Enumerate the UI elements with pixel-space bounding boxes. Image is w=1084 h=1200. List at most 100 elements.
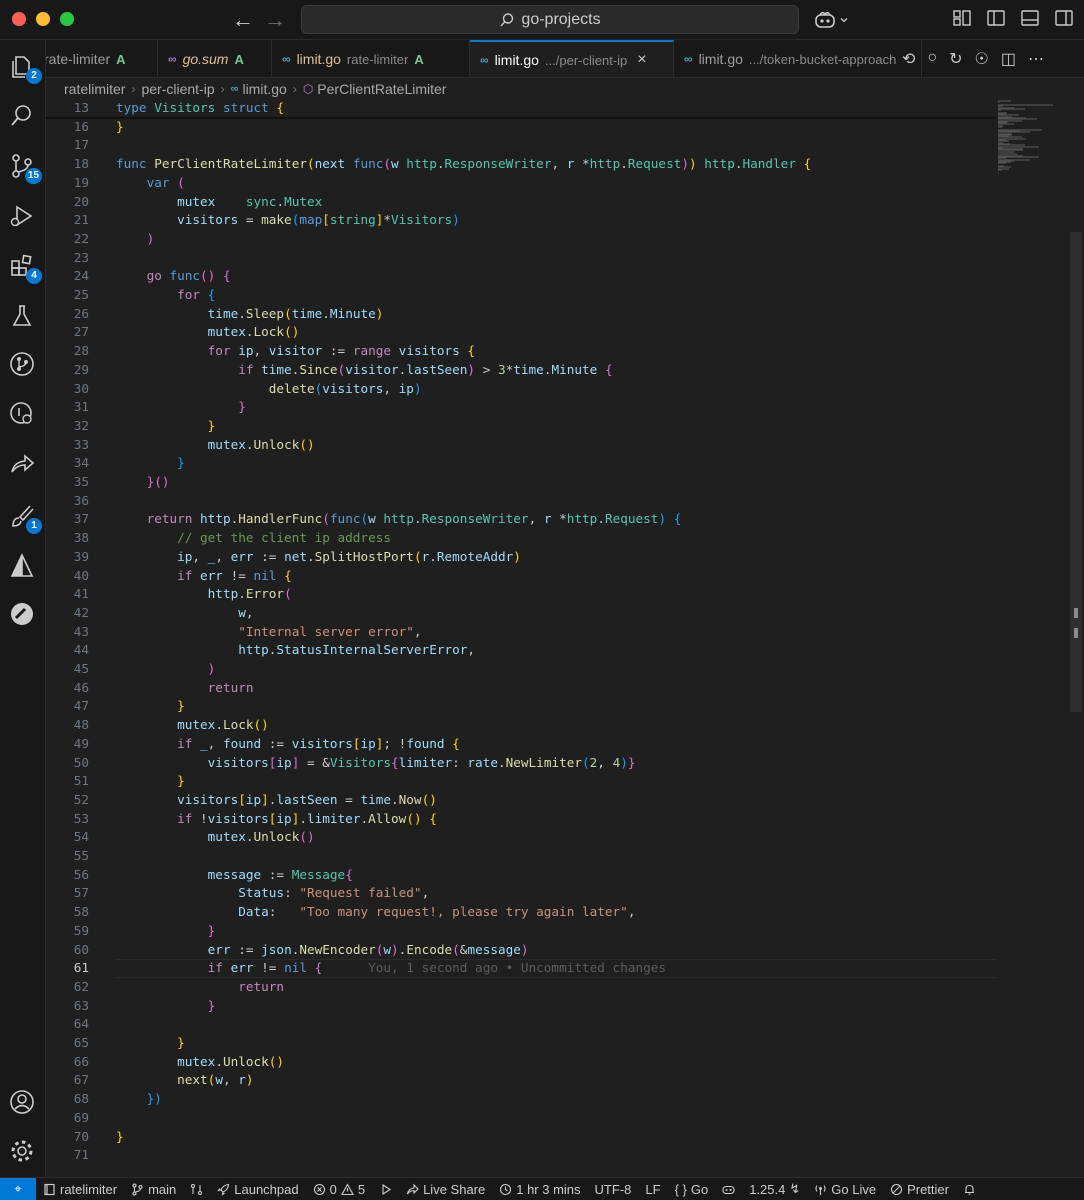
code-line[interactable]: 49 if _, found := visitors[ip]; !found { — [46, 735, 996, 754]
code-line[interactable]: 36 — [46, 492, 996, 511]
git-history-button[interactable] — [8, 400, 38, 430]
code-line[interactable]: 20 mutex sync.Mutex — [46, 193, 996, 212]
code-line[interactable]: 64 — [46, 1015, 996, 1034]
code-line[interactable]: 33 mutex.Unlock() — [46, 436, 996, 455]
code-line[interactable]: 13 type Visitors struct { — [46, 100, 996, 118]
go-live-item[interactable]: Go Live — [807, 1178, 883, 1200]
code-line[interactable]: 66 mutex.Unlock() — [46, 1053, 996, 1072]
explorer-button[interactable]: 2 — [8, 52, 42, 84]
code-line[interactable]: 71 — [46, 1146, 996, 1165]
code-line[interactable]: 58 Data: "Too many request!, please try … — [46, 903, 996, 922]
code-line[interactable]: 22 ) — [46, 230, 996, 249]
code-line[interactable]: 62 return — [46, 978, 996, 997]
code-line[interactable]: 69 — [46, 1109, 996, 1128]
more-actions-icon[interactable]: ⋯ — [1028, 49, 1044, 69]
tab-limit-go-token-bucket[interactable]: ∞ limit.go .../token-bucket-approach — [674, 40, 922, 77]
code-line[interactable]: 41 http.Error( — [46, 585, 996, 604]
code-line[interactable]: 70} — [46, 1128, 996, 1147]
code-line[interactable]: 17 — [46, 136, 996, 155]
notifications-item[interactable] — [956, 1178, 983, 1200]
git-graph-button[interactable] — [8, 350, 38, 380]
accounts-button[interactable] — [8, 1088, 38, 1118]
toggle-secondary-sidebar-icon[interactable] — [1054, 8, 1074, 28]
code-line[interactable]: 52 visitors[ip].lastSeen = time.Now() — [46, 791, 996, 810]
code-line[interactable]: 26 time.Sleep(time.Minute) — [46, 305, 996, 324]
manage-button[interactable] — [8, 1137, 38, 1167]
go-version-item[interactable]: 1.25.4 ↯ — [742, 1178, 807, 1200]
next-change-icon[interactable]: ↻ — [949, 49, 962, 69]
code-line[interactable]: 37 return http.HandlerFunc(func(w http.R… — [46, 510, 996, 529]
open-changes-icon[interactable]: ⟲ — [902, 49, 915, 69]
extensions-button[interactable]: 4 — [8, 252, 42, 284]
code-line[interactable]: 28 for ip, visitor := range visitors { — [46, 342, 996, 361]
live-share-item[interactable]: Live Share — [399, 1178, 492, 1200]
customize-layout-icon[interactable] — [952, 8, 972, 28]
breadcrumb-symbol[interactable]: PerClientRateLimiter — [317, 81, 446, 97]
tab-limit-go-rate-limiter[interactable]: ∞ limit.go rate-limiter A — [272, 40, 470, 77]
toggle-panel-icon[interactable] — [1020, 8, 1040, 28]
tab-limit-go-per-client-ip[interactable]: ∞ limit.go .../per-client-ip × — [470, 40, 674, 77]
code-line[interactable]: 44 http.StatusInternalServerError, — [46, 641, 996, 660]
code-line[interactable]: 18 func PerClientRateLimiter(next func(w … — [46, 155, 996, 174]
code-line[interactable]: 23 — [46, 249, 996, 268]
search-button[interactable] — [8, 102, 38, 132]
code-line[interactable]: 25 for { — [46, 286, 996, 305]
code-line[interactable]: 29 if time.Since(visitor.lastSeen) > 3*t… — [46, 361, 996, 380]
prettier-item[interactable]: Prettier — [883, 1178, 956, 1200]
code-line[interactable]: 31 } — [46, 398, 996, 417]
breadcrumb-folder[interactable]: per-client-ip — [141, 81, 214, 97]
code-line[interactable]: 47 } — [46, 697, 996, 716]
time-tracker-item[interactable]: 1 hr 3 mins — [492, 1178, 587, 1200]
code-line[interactable]: 24 go func() { — [46, 267, 996, 286]
code-line[interactable]: 55 — [46, 847, 996, 866]
code-line[interactable]: 16} — [46, 118, 996, 137]
maximize-window-button[interactable] — [60, 12, 74, 26]
code-editor[interactable]: 13 type Visitors struct {16} 17 18 func PerC… — [46, 100, 1084, 1177]
code-line[interactable]: 45 ) — [46, 660, 996, 679]
code-line[interactable]: 35 }() — [46, 473, 996, 492]
remote-explorer-button[interactable] — [8, 450, 38, 480]
code-line[interactable]: 48 mutex.Lock() — [46, 716, 996, 735]
minimize-window-button[interactable] — [36, 12, 50, 26]
code-line[interactable]: 54 mutex.Unlock() — [46, 828, 996, 847]
timer-button[interactable] — [8, 600, 38, 630]
branch-item[interactable]: main — [124, 1178, 183, 1200]
code-line[interactable]: 27 mutex.Lock() — [46, 323, 996, 342]
code-line[interactable]: 67 next(w, r) — [46, 1071, 996, 1090]
code-line[interactable]: 68 }) — [46, 1090, 996, 1109]
command-center-search[interactable]: go-projects — [301, 5, 799, 34]
debug-item[interactable] — [372, 1178, 399, 1200]
breadcrumb-folder[interactable]: ratelimiter — [64, 81, 125, 97]
code-line[interactable]: 63 } — [46, 997, 996, 1016]
minimap[interactable] — [996, 100, 1070, 190]
copilot-status-item[interactable] — [715, 1178, 742, 1200]
code-line[interactable]: 53 if !visitors[ip].limiter.Allow() { — [46, 810, 996, 829]
testing-button[interactable] — [8, 302, 38, 332]
live-share-button[interactable]: 1 — [8, 502, 42, 534]
code-line[interactable]: 59 } — [46, 922, 996, 941]
encoding-item[interactable]: UTF-8 — [588, 1178, 639, 1200]
language-mode-item[interactable]: { } Go — [668, 1178, 716, 1200]
toggle-primary-sidebar-icon[interactable] — [986, 8, 1006, 28]
code-line[interactable]: 46 return — [46, 679, 996, 698]
forward-arrow-icon[interactable]: → — [264, 6, 286, 34]
close-tab-icon[interactable]: × — [637, 51, 646, 69]
code-line[interactable]: 65 } — [46, 1034, 996, 1053]
remote-indicator-button[interactable]: ⌖ — [0, 1177, 36, 1200]
previous-change-icon[interactable]: ○ — [927, 49, 937, 69]
code-line[interactable]: 56 message := Message{ — [46, 866, 996, 885]
code-line[interactable]: 30 delete(visitors, ip) — [46, 380, 996, 399]
code-line[interactable]: 32 } — [46, 417, 996, 436]
code-line[interactable]: 57 Status: "Request failed", — [46, 884, 996, 903]
code-line[interactable]: 43 "Internal server error", — [46, 623, 996, 642]
back-arrow-icon[interactable]: ← — [232, 6, 254, 34]
project-item[interactable]: ratelimiter — [36, 1178, 124, 1200]
close-window-button[interactable] — [12, 12, 26, 26]
breadcrumb-file[interactable]: limit.go — [242, 81, 286, 97]
problems-item[interactable]: 0 5 — [306, 1178, 372, 1200]
sync-item[interactable] — [183, 1178, 210, 1200]
eol-item[interactable]: LF — [638, 1178, 667, 1200]
code-line[interactable]: 39 ip, _, err := net.SplitHostPort(r.Rem… — [46, 548, 996, 567]
run-debug-button[interactable] — [8, 202, 38, 232]
vertical-scrollbar[interactable] — [1070, 232, 1082, 712]
